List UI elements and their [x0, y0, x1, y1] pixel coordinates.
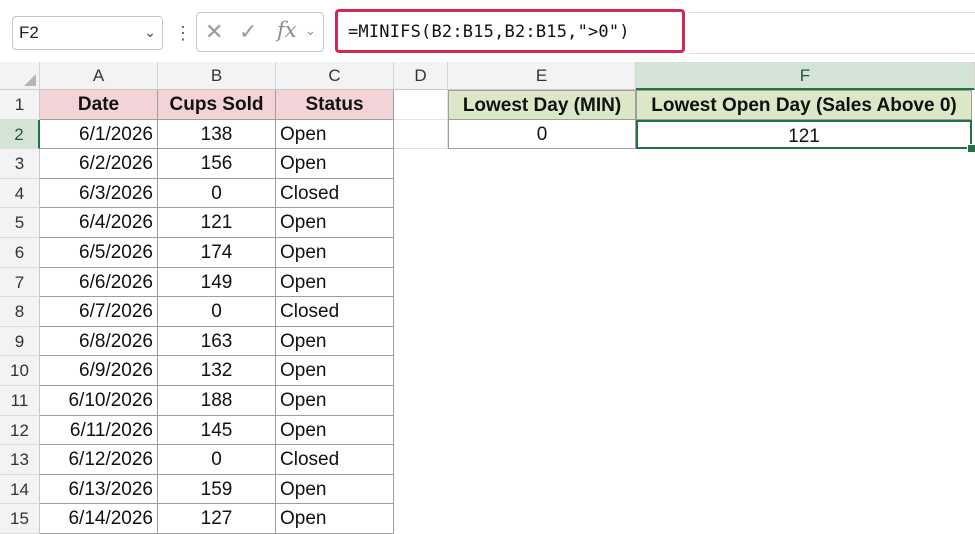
cell-date[interactable]: 6/9/2026: [40, 356, 158, 386]
cell-date[interactable]: 6/2/2026: [40, 149, 158, 179]
select-all-button[interactable]: [0, 62, 40, 90]
column-header-d[interactable]: D: [394, 62, 448, 90]
cell-status[interactable]: Closed: [276, 178, 394, 209]
select-all-triangle-icon: [24, 74, 36, 86]
cell-status[interactable]: Open: [276, 386, 394, 416]
cell-cups-sold[interactable]: 188: [158, 386, 276, 416]
cell-cups-sold[interactable]: 174: [158, 238, 276, 268]
formula-area: F2 ⌄ ⋮ ✕ ✓ fx ⌄ =MINIFS(B2:B15,B2:B15,">…: [0, 0, 975, 62]
cell-date[interactable]: 6/4/2026: [40, 208, 158, 238]
cell-status[interactable]: Open: [276, 474, 394, 505]
row-header[interactable]: 11: [0, 386, 40, 416]
fill-handle[interactable]: [967, 144, 975, 153]
cell-cups-sold[interactable]: 159: [158, 474, 276, 505]
cell-lowest-day-value[interactable]: 0: [448, 119, 636, 150]
row-header[interactable]: 1: [0, 90, 40, 120]
formula-text: =MINIFS(B2:B15,B2:B15,">0"): [348, 22, 630, 42]
cell-status[interactable]: Closed: [276, 445, 394, 475]
column-header-c[interactable]: C: [276, 62, 394, 90]
cell-status[interactable]: Open: [276, 504, 394, 534]
formula-bar-extension[interactable]: [689, 12, 975, 54]
header-date[interactable]: Date: [40, 90, 158, 120]
column-header-b[interactable]: B: [158, 62, 276, 90]
row-header[interactable]: 12: [0, 415, 40, 446]
cell-cups-sold[interactable]: 0: [158, 445, 276, 475]
chevron-down-icon[interactable]: ⌄: [305, 23, 316, 39]
column-header-e[interactable]: E: [448, 62, 636, 90]
header-cups-sold[interactable]: Cups Sold: [158, 90, 276, 120]
cell-status[interactable]: Open: [276, 119, 394, 150]
cell-date[interactable]: 6/8/2026: [40, 326, 158, 357]
cell-cups-sold[interactable]: 121: [158, 208, 276, 238]
row-header[interactable]: 3: [0, 149, 40, 179]
cell-date[interactable]: 6/10/2026: [40, 386, 158, 416]
name-box[interactable]: F2 ⌄: [12, 16, 163, 50]
cell-cups-sold[interactable]: 0: [158, 297, 276, 327]
cell-date[interactable]: 6/11/2026: [40, 415, 158, 446]
row-header[interactable]: 5: [0, 208, 40, 238]
cell-status[interactable]: Open: [276, 208, 394, 238]
cell-cups-sold[interactable]: 163: [158, 326, 276, 357]
cell-d2[interactable]: [394, 119, 448, 150]
cell-status[interactable]: Closed: [276, 297, 394, 327]
row-header[interactable]: 9: [0, 326, 40, 357]
cell-cups-sold[interactable]: 132: [158, 356, 276, 386]
formula-input[interactable]: =MINIFS(B2:B15,B2:B15,">0"): [335, 9, 685, 53]
header-lowest-day[interactable]: Lowest Day (MIN): [448, 90, 636, 120]
cell-date[interactable]: 6/12/2026: [40, 445, 158, 475]
cell-date[interactable]: 6/7/2026: [40, 297, 158, 327]
row-header[interactable]: 14: [0, 474, 40, 505]
row-header[interactable]: 15: [0, 504, 40, 534]
cell-status[interactable]: Open: [276, 356, 394, 386]
row-header[interactable]: 4: [0, 178, 40, 209]
cancel-icon[interactable]: ✕: [205, 18, 223, 46]
spreadsheet-grid: A B C D E F 1 2 3 4 5 6 7 8 9 10 11 12 1…: [0, 62, 975, 534]
row-header[interactable]: 8: [0, 297, 40, 327]
cell-status[interactable]: Open: [276, 149, 394, 179]
cell-status[interactable]: Open: [276, 415, 394, 446]
chevron-down-icon[interactable]: ⌄: [144, 24, 156, 41]
cell-date[interactable]: 6/14/2026: [40, 504, 158, 534]
cell-cups-sold[interactable]: 127: [158, 504, 276, 534]
row-header[interactable]: 7: [0, 267, 40, 298]
cell-cups-sold[interactable]: 0: [158, 178, 276, 209]
row-header[interactable]: 13: [0, 445, 40, 475]
insert-function-icon[interactable]: fx: [277, 18, 297, 42]
cell-date[interactable]: 6/3/2026: [40, 178, 158, 209]
cell-cups-sold[interactable]: 145: [158, 415, 276, 446]
header-lowest-open-day[interactable]: Lowest Open Day (Sales Above 0): [636, 90, 972, 120]
row-header[interactable]: 6: [0, 238, 40, 268]
active-cell-f2[interactable]: 121: [636, 119, 972, 150]
row-header[interactable]: 10: [0, 356, 40, 386]
more-options-icon[interactable]: ⋮: [174, 18, 192, 48]
cell-date[interactable]: 6/6/2026: [40, 267, 158, 298]
row-header[interactable]: 2: [0, 119, 40, 150]
cell-status[interactable]: Open: [276, 238, 394, 268]
cell-status[interactable]: Open: [276, 267, 394, 298]
check-icon[interactable]: ✓: [239, 18, 257, 46]
cell-status[interactable]: Open: [276, 326, 394, 357]
formula-buttons: ✕ ✓ fx ⌄: [196, 12, 324, 52]
column-header-f[interactable]: F: [636, 62, 975, 90]
name-box-value: F2: [19, 23, 39, 42]
cell-date[interactable]: 6/1/2026: [40, 119, 158, 150]
cell-cups-sold[interactable]: 156: [158, 149, 276, 179]
column-header-a[interactable]: A: [40, 62, 158, 90]
cell-date[interactable]: 6/13/2026: [40, 474, 158, 505]
cell-d1[interactable]: [394, 90, 448, 120]
cell-date[interactable]: 6/5/2026: [40, 238, 158, 268]
cell-cups-sold[interactable]: 138: [158, 119, 276, 150]
header-status[interactable]: Status: [276, 90, 394, 120]
cell-cups-sold[interactable]: 149: [158, 267, 276, 298]
